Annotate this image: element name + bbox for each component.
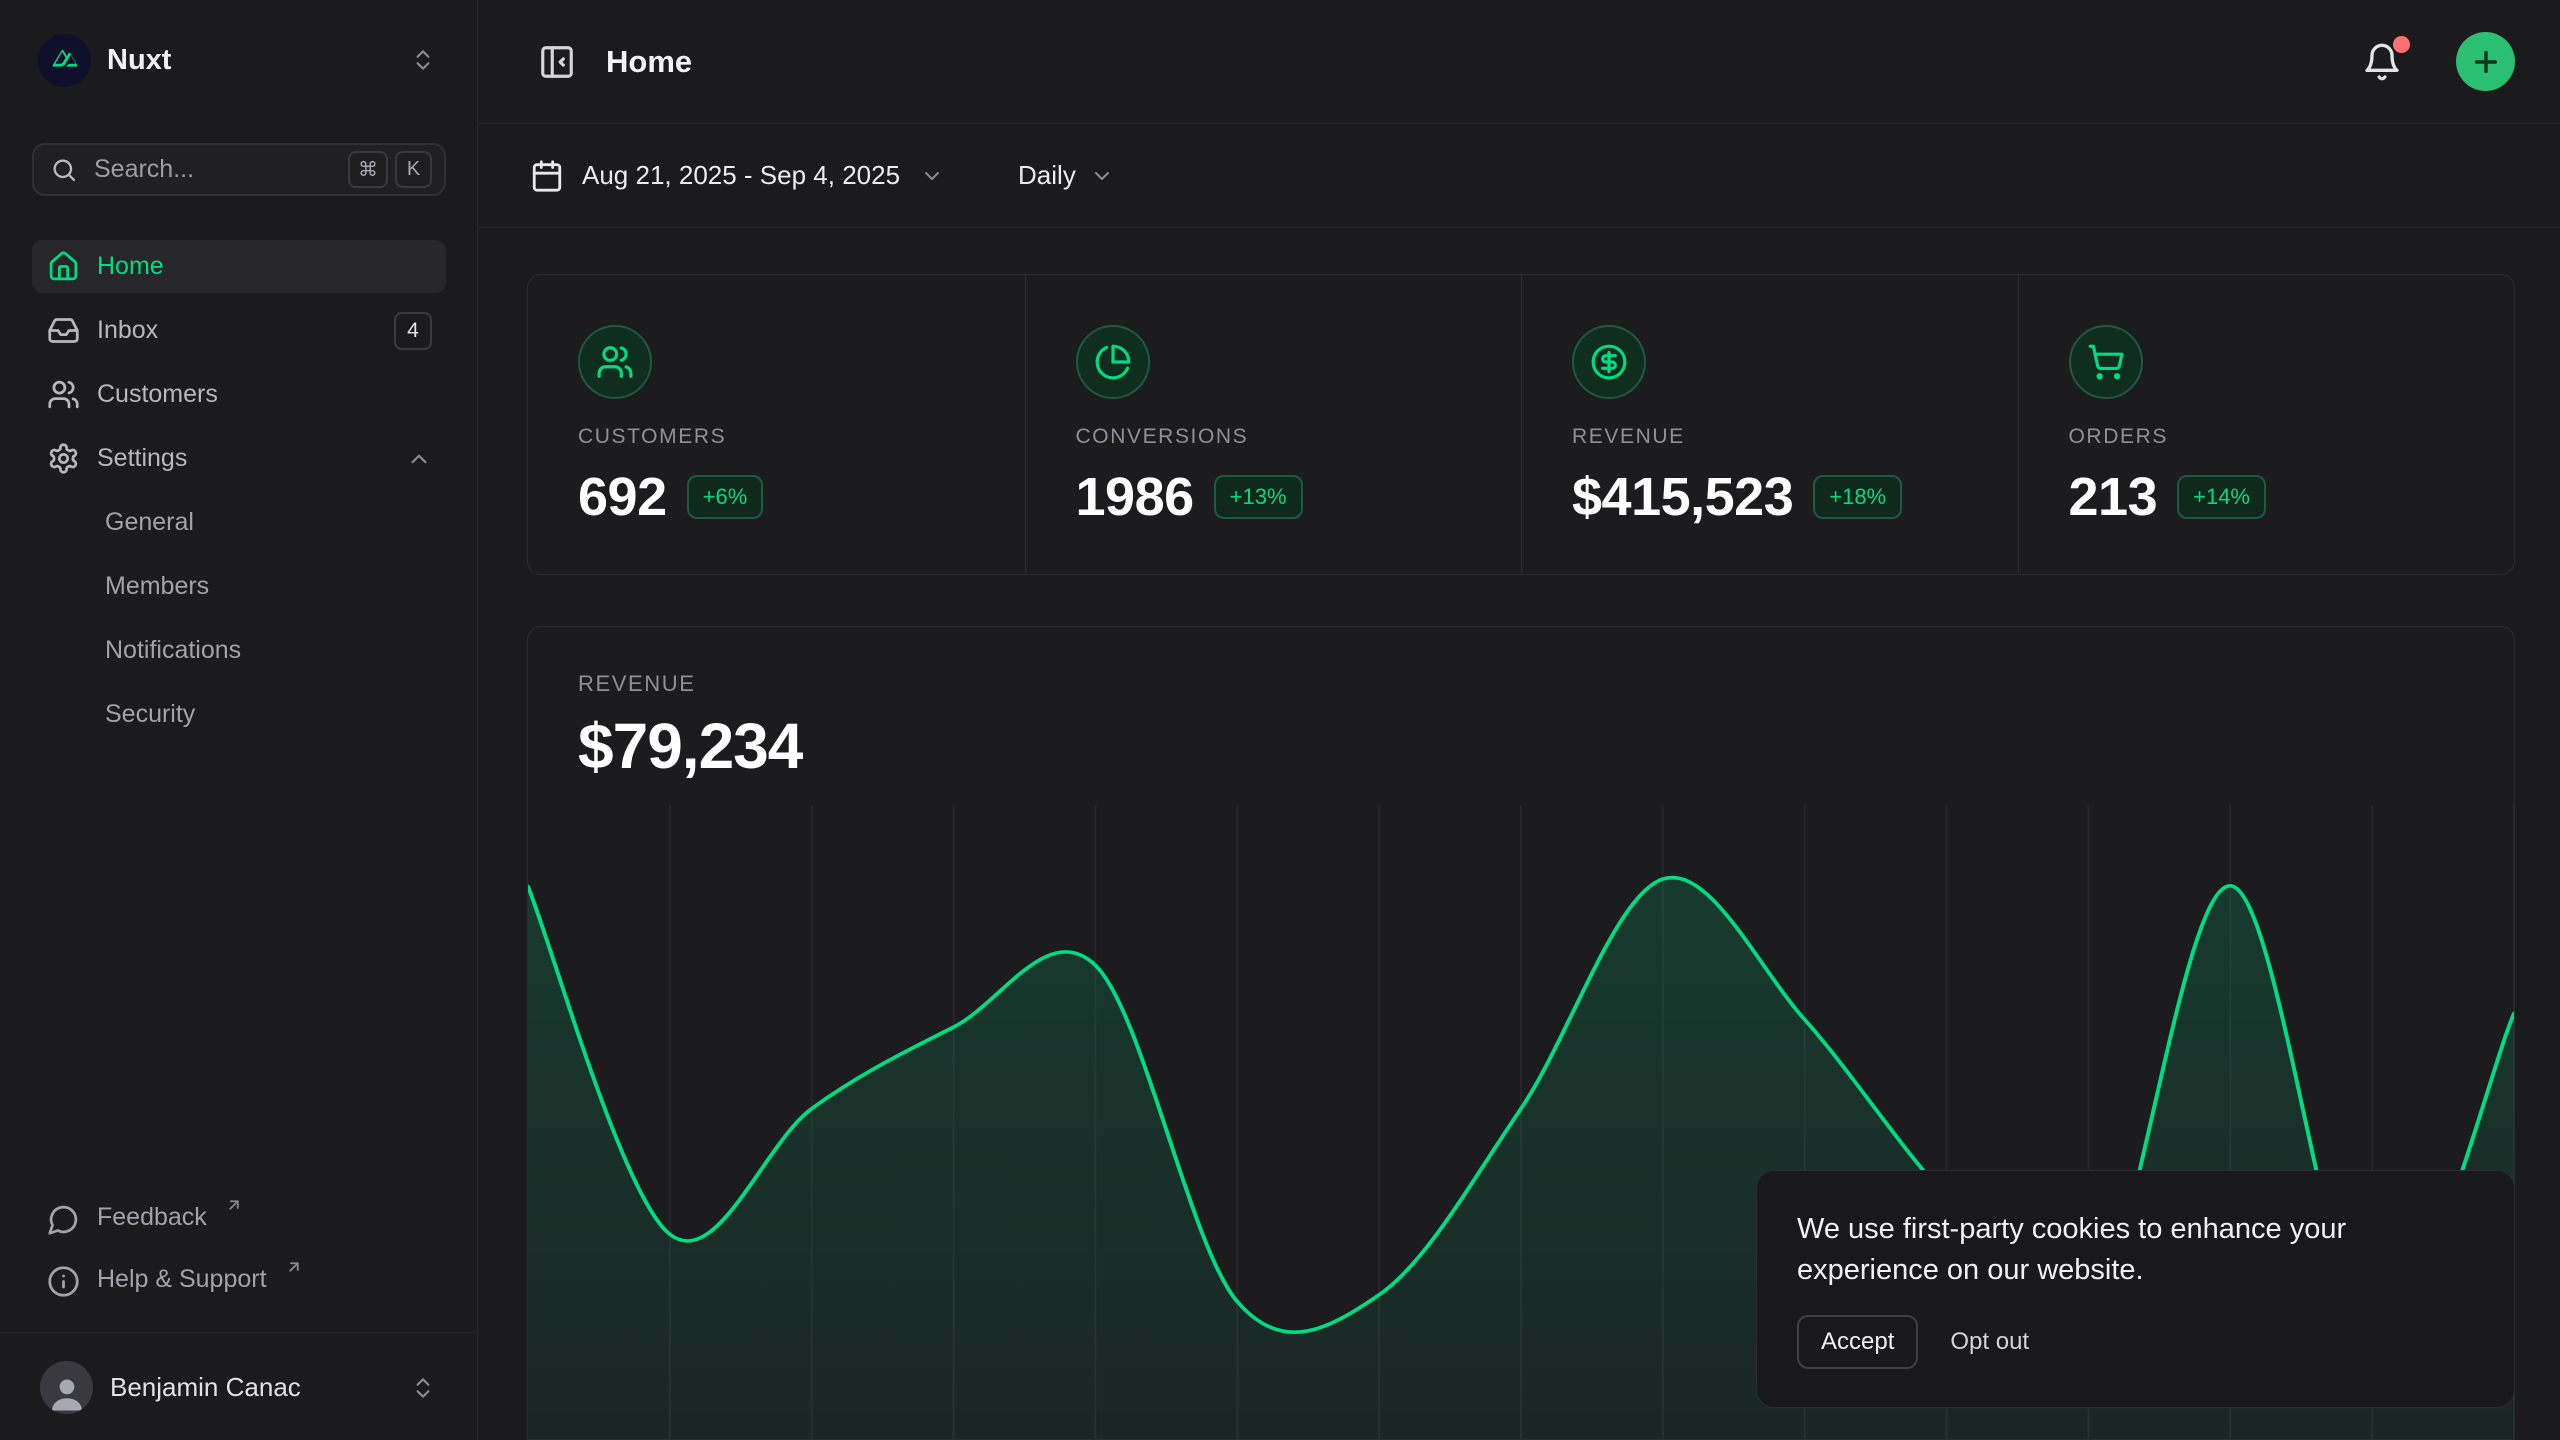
sidebar-item-inbox[interactable]: Inbox 4: [32, 304, 446, 357]
stat-delta-badge: +18%: [1813, 475, 1902, 519]
stat-conversions[interactable]: CONVERSIONS 1986 +13%: [1025, 275, 1522, 574]
info-circle-icon: [47, 1265, 80, 1298]
revenue-total: $79,234: [578, 709, 2464, 783]
team-switcher[interactable]: Nuxt: [32, 26, 446, 94]
search-placeholder: Search...: [94, 155, 332, 184]
stat-label: ORDERS: [2069, 425, 2515, 449]
sidebar-item-settings[interactable]: Settings: [32, 432, 446, 485]
avatar: [40, 1361, 93, 1414]
sidebar-item-label: Settings: [97, 444, 389, 473]
revenue-label: REVENUE: [578, 671, 2464, 697]
granularity-label: Daily: [1018, 160, 1076, 191]
accept-button[interactable]: Accept: [1797, 1315, 1918, 1369]
search-icon: [50, 156, 78, 184]
page-header: Home: [478, 0, 2560, 124]
stat-delta-badge: +14%: [2177, 475, 2266, 519]
collapse-sidebar-icon[interactable]: [530, 35, 584, 89]
sidebar-nav: Home Inbox 4 Customers Settings General: [32, 240, 446, 741]
notifications-button[interactable]: [2354, 34, 2410, 90]
stat-delta-badge: +13%: [1214, 475, 1303, 519]
sidebar-item-label: Inbox: [97, 316, 377, 345]
sidebar-item-customers[interactable]: Customers: [32, 368, 446, 421]
chevron-down-icon: [1090, 164, 1114, 188]
calendar-icon: [530, 159, 564, 193]
team-name: Nuxt: [107, 44, 394, 77]
stat-delta-badge: +6%: [687, 475, 764, 519]
pie-chart-icon: [1076, 325, 1150, 399]
stat-label: CONVERSIONS: [1076, 425, 1522, 449]
sidebar-item-notifications[interactable]: Notifications: [32, 624, 446, 677]
users-icon: [578, 325, 652, 399]
search-shortcut: ⌘ K: [348, 151, 432, 188]
sidebar-divider: [0, 1332, 477, 1333]
cookie-message: We use first-party cookies to enhance yo…: [1797, 1209, 2397, 1291]
cart-icon: [2069, 325, 2143, 399]
stat-revenue[interactable]: REVENUE $415,523 +18%: [1521, 275, 2018, 574]
sidebar: Nuxt Search... ⌘ K Home Inbox 4: [0, 0, 478, 1440]
stats-card: CUSTOMERS 692 +6% CONVERSIONS 1986 +13%: [527, 274, 2515, 575]
help-support-label: Help & Support: [97, 1262, 267, 1296]
opt-out-button[interactable]: Opt out: [1950, 1317, 2029, 1367]
help-support-link[interactable]: Help & Support: [32, 1256, 446, 1306]
sidebar-spacer: [32, 741, 446, 1194]
plus-icon: [2470, 46, 2502, 78]
cookie-banner: We use first-party cookies to enhance yo…: [1756, 1170, 2515, 1408]
feedback-label: Feedback: [97, 1200, 207, 1234]
dollar-circle-icon: [1572, 325, 1646, 399]
chevrons-up-down-icon: [410, 1375, 436, 1401]
kbd-k: K: [395, 151, 432, 188]
notification-dot: [2393, 36, 2410, 53]
chat-bubble-icon: [47, 1203, 80, 1236]
stat-value: $415,523: [1572, 466, 1793, 528]
date-range-label: Aug 21, 2025 - Sep 4, 2025: [582, 160, 900, 191]
stat-value: 692: [578, 466, 667, 528]
page-title: Home: [606, 44, 2332, 80]
stat-label: CUSTOMERS: [578, 425, 1025, 449]
stat-label: REVENUE: [1572, 425, 2018, 449]
feedback-link[interactable]: Feedback: [32, 1194, 446, 1244]
external-link-icon: [225, 1196, 243, 1214]
chevron-down-icon: [920, 164, 944, 188]
user-name: Benjamin Canac: [110, 1372, 393, 1403]
user-menu[interactable]: Benjamin Canac: [32, 1353, 446, 1414]
sidebar-item-label: Home: [97, 252, 432, 281]
sidebar-item-members[interactable]: Members: [32, 560, 446, 613]
gear-icon: [47, 442, 80, 475]
sidebar-item-security[interactable]: Security: [32, 688, 446, 741]
inbox-count-badge: 4: [394, 312, 432, 350]
stat-customers[interactable]: CUSTOMERS 692 +6%: [528, 275, 1025, 574]
kbd-cmd: ⌘: [348, 151, 388, 188]
filters-toolbar: Aug 21, 2025 - Sep 4, 2025 Daily: [478, 124, 2560, 228]
sidebar-item-general[interactable]: General: [32, 496, 446, 549]
home-icon: [47, 250, 80, 283]
search-input[interactable]: Search... ⌘ K: [32, 143, 446, 196]
revenue-chart-header: REVENUE $79,234: [528, 627, 2514, 783]
users-icon: [47, 378, 80, 411]
sidebar-item-label: Customers: [97, 380, 432, 409]
add-button[interactable]: [2456, 32, 2515, 91]
stat-value: 213: [2069, 466, 2158, 528]
inbox-icon: [47, 314, 80, 347]
stat-value: 1986: [1076, 466, 1194, 528]
nuxt-logo: [38, 34, 91, 87]
granularity-select[interactable]: Daily: [1018, 160, 1114, 191]
date-range-picker[interactable]: Aug 21, 2025 - Sep 4, 2025: [530, 159, 944, 193]
chevrons-up-down-icon: [410, 47, 436, 73]
sidebar-item-home[interactable]: Home: [32, 240, 446, 293]
stat-orders[interactable]: ORDERS 213 +14%: [2018, 275, 2515, 574]
chevron-up-icon: [406, 446, 432, 472]
external-link-icon: [285, 1258, 303, 1276]
